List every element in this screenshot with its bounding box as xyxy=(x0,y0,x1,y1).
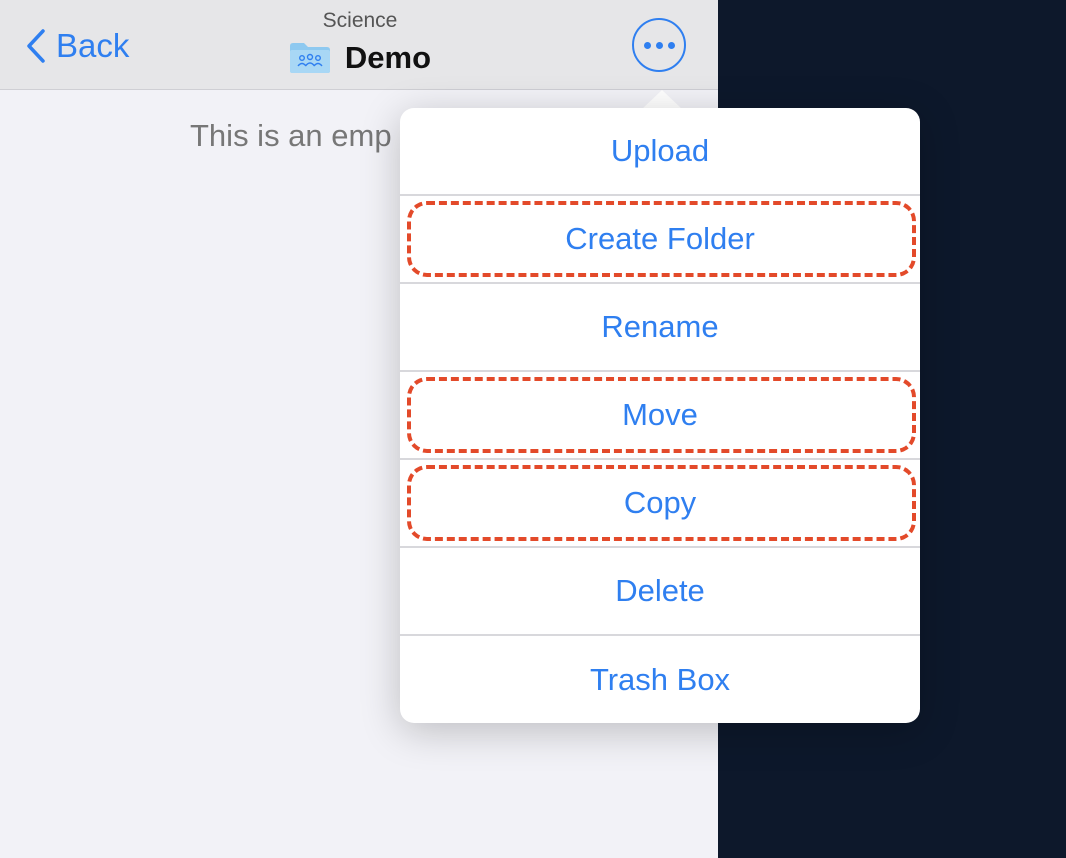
shared-folder-icon xyxy=(289,42,331,74)
popover-arrow xyxy=(642,90,682,109)
menu-item-label: Move xyxy=(622,397,698,432)
actions-popover: Upload Create Folder Rename Move Copy De… xyxy=(400,108,920,723)
menu-item-label: Delete xyxy=(615,573,705,608)
menu-item-label: Create Folder xyxy=(565,221,755,256)
ellipsis-dot xyxy=(655,41,663,49)
more-options-button[interactable] xyxy=(632,18,686,72)
menu-item-label: Trash Box xyxy=(589,661,731,697)
actions-menu: Upload Create Folder Rename Move Copy De… xyxy=(400,108,920,723)
back-label: Back xyxy=(56,27,130,64)
nav-title-group: Science Demo xyxy=(200,8,520,76)
menu-item-move[interactable]: Move xyxy=(400,372,920,460)
menu-item-copy[interactable]: Copy xyxy=(400,460,920,548)
menu-item-label: Upload xyxy=(610,133,710,168)
chevron-left-icon xyxy=(27,29,45,63)
nav-subtitle: Science xyxy=(322,9,398,32)
empty-folder-message: This is an emp xyxy=(190,118,392,153)
menu-item-label: Rename xyxy=(601,309,719,344)
back-button[interactable]: Back xyxy=(26,24,129,68)
menu-item-delete[interactable]: Delete xyxy=(400,548,920,636)
menu-item-create-folder[interactable]: Create Folder xyxy=(400,196,920,284)
ellipsis-dot xyxy=(667,41,675,49)
menu-item-trash-box[interactable]: Trash Box xyxy=(400,636,920,723)
menu-item-label: Copy xyxy=(623,485,697,520)
ellipsis-circle-icon xyxy=(643,41,651,49)
navigation-bar: Back Science Demo xyxy=(0,0,718,90)
menu-item-upload[interactable]: Upload xyxy=(400,108,920,196)
menu-item-rename[interactable]: Rename xyxy=(400,284,920,372)
nav-title: Demo xyxy=(344,40,432,75)
